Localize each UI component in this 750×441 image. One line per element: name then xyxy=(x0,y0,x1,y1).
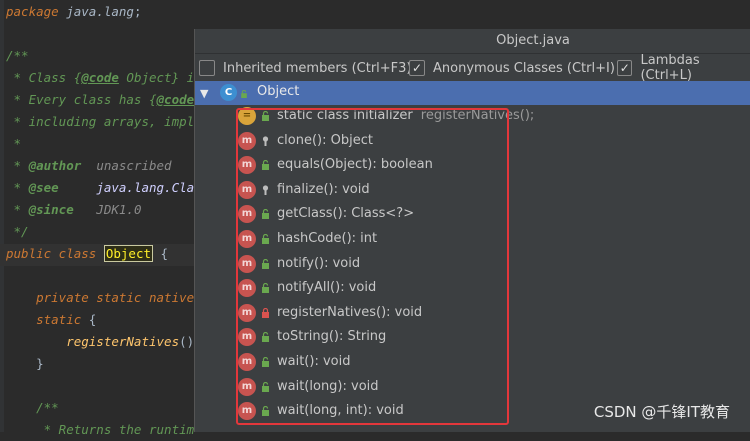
popup-title: Object.java xyxy=(496,33,570,48)
tree-root-object-class[interactable]: ▼ C Object xyxy=(195,81,750,105)
class-icon: C xyxy=(220,84,237,101)
code-token: unascribed xyxy=(81,158,172,173)
code-line: * @see java.lang.Cla xyxy=(6,177,195,199)
code-line: * Returns the runtim xyxy=(6,419,195,441)
anonymous-classes-label: Anonymous Classes (Ctrl+I) xyxy=(433,60,615,76)
code-token: public class xyxy=(6,246,104,261)
code-line: } xyxy=(6,353,44,375)
checkbox-checked-icon[interactable]: ✓ xyxy=(409,60,425,76)
code-token: * Class xyxy=(6,70,74,85)
watermark: CSDN @千锋IT教育 xyxy=(593,403,730,421)
lambdas-checkbox[interactable]: ✓ Lambdas (Ctrl+L) xyxy=(617,53,750,83)
code-token: registerNatives xyxy=(6,334,180,349)
code-token: @code xyxy=(156,92,195,107)
checkbox-checked-icon[interactable]: ✓ xyxy=(617,60,633,76)
code-token: static xyxy=(6,312,89,327)
code-token: java.lang.Cla xyxy=(58,180,195,195)
code-token: /** xyxy=(6,400,59,415)
code-token: Object xyxy=(103,245,153,262)
code-token: java.lang xyxy=(66,4,134,19)
code-line: public class Object { xyxy=(6,243,168,265)
code-token: Object} i xyxy=(118,70,195,85)
code-line: /** xyxy=(6,45,29,67)
code-token: private static native xyxy=(6,290,195,305)
code-line: */ xyxy=(6,221,29,243)
code-token: @code xyxy=(81,70,119,85)
code-line: * @author unascribed xyxy=(6,155,172,177)
code-line: package java.lang; xyxy=(6,1,141,23)
code-token: { xyxy=(88,312,97,327)
code-token: JDK1.0 xyxy=(73,202,142,217)
code-token: /** xyxy=(6,48,29,63)
code-token: * xyxy=(6,136,22,151)
lambdas-label: Lambdas (Ctrl+L) xyxy=(640,53,700,83)
code-token: * xyxy=(6,158,29,173)
anonymous-classes-checkbox[interactable]: ✓ Anonymous Classes (Ctrl+I) xyxy=(409,59,615,77)
inherited-members-label: Inherited members (Ctrl+F3) xyxy=(223,60,412,76)
code-token: * including arrays, impl xyxy=(6,114,195,129)
code-token: { xyxy=(149,92,157,107)
popup-titlebar[interactable]: Object.java xyxy=(195,29,750,54)
code-token: * Returns the runtim xyxy=(6,422,195,437)
code-token: @since xyxy=(28,202,74,217)
expand-triangle-icon[interactable]: ▼ xyxy=(200,87,208,100)
popup-options: Inherited members (Ctrl+F3) ✓ Anonymous … xyxy=(195,53,750,83)
code-line: * Every class has {@code xyxy=(6,89,195,111)
code-line: static { xyxy=(6,309,96,331)
code-token: * xyxy=(6,202,29,217)
code-token: @see xyxy=(28,180,59,195)
public-visibility-icon xyxy=(241,90,247,98)
code-line: * including arrays, impl xyxy=(6,111,195,133)
code-token: ; xyxy=(133,4,142,19)
code-token: * Every class has xyxy=(6,92,149,107)
code-token: } xyxy=(6,356,44,371)
root-class-label: Object xyxy=(257,84,300,99)
code-token: */ xyxy=(6,224,29,239)
code-token: * xyxy=(6,180,29,195)
code-line: private static native xyxy=(6,287,194,309)
editor-gutter xyxy=(0,0,4,432)
code-line: /** xyxy=(6,397,59,419)
code-token: @author xyxy=(28,158,82,173)
highlight-annotation-box xyxy=(236,108,509,425)
code-line: * Class {@code Object} i xyxy=(6,67,195,89)
checkbox-unchecked-icon[interactable] xyxy=(199,60,215,76)
code-line: registerNatives() xyxy=(6,331,194,353)
code-token: { xyxy=(153,246,169,261)
code-line: * @since JDK1.0 xyxy=(6,199,142,221)
code-token: () xyxy=(179,334,195,349)
code-line: * xyxy=(6,133,22,155)
code-token: package xyxy=(6,4,67,19)
inherited-members-checkbox[interactable]: Inherited members (Ctrl+F3) xyxy=(199,59,412,77)
